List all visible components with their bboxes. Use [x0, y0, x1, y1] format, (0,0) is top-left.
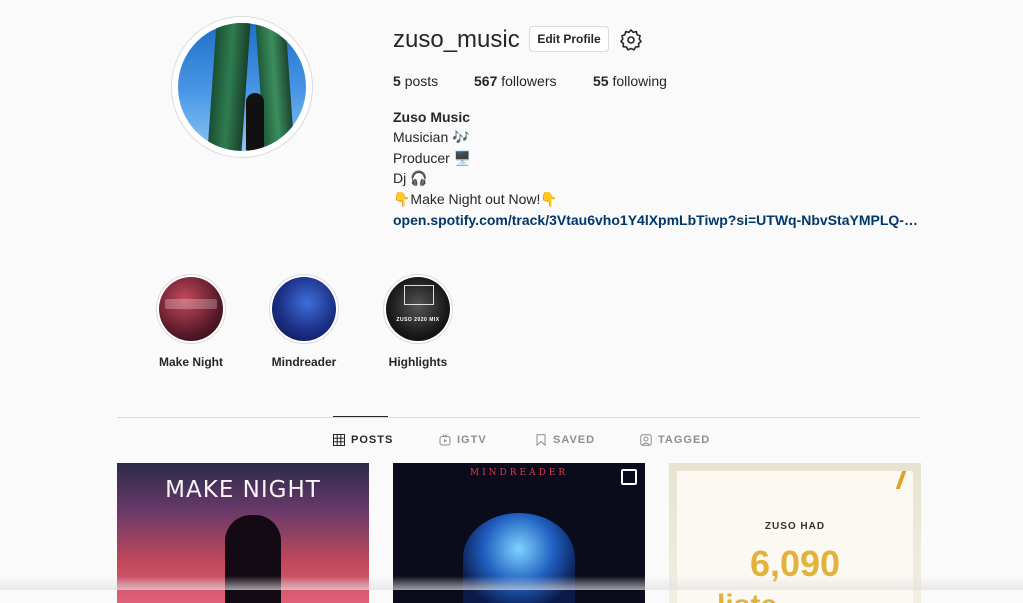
- highlight-label: Make Night: [158, 355, 223, 369]
- bottom-shadow: [0, 576, 1023, 590]
- grid-icon: [333, 434, 345, 446]
- highlight-ring: ZUSO 2020 MIX: [383, 274, 453, 344]
- highlight-label: Highlights: [388, 355, 448, 369]
- highlight-cover: ZUSO 2020 MIX: [386, 277, 450, 341]
- following-label: following: [612, 73, 667, 89]
- bio-link[interactable]: open.spotify.com/track/3Vtau6vho1Y4lXpmL…: [393, 212, 923, 228]
- bio-name: Zuso Music: [393, 109, 471, 125]
- tab-label: IGTV: [457, 434, 487, 446]
- post-text: ZUSO HAD: [764, 521, 826, 532]
- gear-icon[interactable]: [619, 28, 643, 52]
- highlight-ring: [156, 274, 226, 344]
- tab-saved[interactable]: SAVED: [535, 434, 595, 446]
- highlight-highlights[interactable]: ZUSO 2020 MIX Highlights: [378, 274, 458, 369]
- tab-label: SAVED: [553, 434, 596, 446]
- bio-line: Producer 🖥️: [393, 150, 472, 166]
- followers-link[interactable]: 567 followers: [474, 73, 557, 89]
- bio-line: 👇Make Night out Now!👇: [393, 191, 558, 207]
- tagged-icon: [640, 434, 652, 446]
- highlight-cover-text: ZUSO 2020 MIX: [396, 317, 440, 323]
- following-link[interactable]: 55 following: [593, 73, 667, 89]
- highlight-label: Mindreader: [271, 355, 337, 369]
- tab-posts[interactable]: POSTS: [333, 434, 393, 446]
- bio-line: Dj 🎧: [393, 170, 428, 186]
- followers-number: 567: [474, 73, 498, 89]
- highlight-ring: [269, 274, 339, 344]
- tab-label: TAGGED: [658, 434, 711, 446]
- post-title: MINDREADER: [469, 468, 569, 478]
- tab-label: POSTS: [351, 434, 394, 446]
- post-text-cut: liste: [717, 589, 777, 603]
- highlight-cover: [159, 277, 223, 341]
- tabs-divider: [117, 417, 920, 418]
- following-number: 55: [593, 73, 609, 89]
- avatar: [178, 23, 306, 151]
- posts-count: 5 posts: [393, 73, 438, 89]
- tab-igtv[interactable]: IGTV: [439, 434, 487, 446]
- edit-profile-button[interactable]: Edit Profile: [529, 26, 609, 52]
- posts-number: 5: [393, 73, 401, 89]
- carousel-icon: [621, 469, 637, 485]
- bookmark-icon: [536, 434, 546, 446]
- highlight-cover: [272, 277, 336, 341]
- profile-username: zuso_music: [393, 26, 520, 53]
- active-tab-indicator: [333, 416, 388, 417]
- highlight-make-night[interactable]: Make Night: [151, 274, 231, 369]
- posts-label: posts: [404, 73, 439, 89]
- profile-avatar-ring[interactable]: [171, 16, 313, 158]
- tab-tagged[interactable]: TAGGED: [640, 434, 710, 446]
- bio-line: Musician 🎶: [393, 129, 470, 145]
- followers-label: followers: [501, 73, 557, 89]
- igtv-icon: [439, 434, 451, 446]
- highlight-mindreader[interactable]: Mindreader: [264, 274, 344, 369]
- post-title: MAKE NIGHT: [165, 477, 321, 503]
